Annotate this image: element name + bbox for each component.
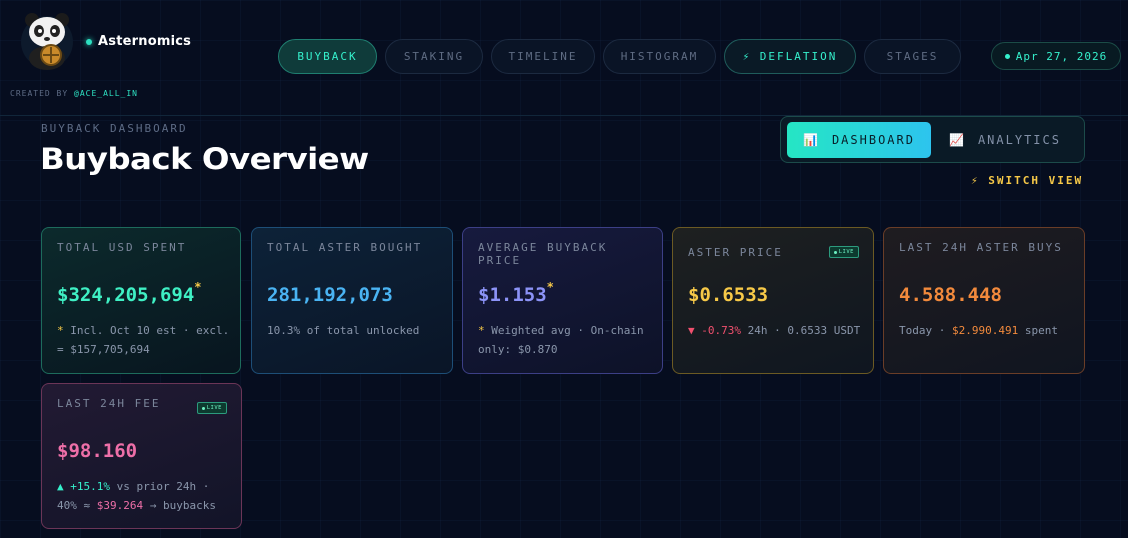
- credit-line: CREATED BY @ACE_ALL_IN: [10, 89, 138, 98]
- panda-logo-icon: [21, 13, 73, 70]
- card-value: $98.160: [57, 440, 138, 462]
- tab-staking[interactable]: STAKING: [385, 39, 483, 74]
- card-value: $324,205,694*: [57, 280, 202, 306]
- spent-amount: $2.990.491: [951, 324, 1019, 337]
- card-value-number: $324,205,694: [57, 284, 195, 306]
- card-note: 10.3% of total unlocked: [267, 324, 420, 337]
- footnote-star: *: [57, 324, 64, 337]
- down-arrow-icon: ▼: [688, 324, 695, 337]
- card-label: AVERAGE BUYBACK PRICE: [478, 241, 608, 267]
- card-note: * Weighted avg · On-chain only: $0.870: [478, 321, 656, 359]
- card-note-suffix: spent: [1018, 324, 1058, 337]
- live-badge: LIVE: [196, 402, 227, 414]
- current-date: Apr 27, 2026: [1015, 49, 1108, 63]
- asterisk-mark: *: [546, 280, 554, 294]
- tab-timeline[interactable]: TIMELINE: [491, 39, 595, 74]
- page-overline: BUYBACK DASHBOARD: [41, 122, 188, 135]
- card-value: 281,192,073: [267, 284, 393, 306]
- dashboard-view-button[interactable]: 📊 DASHBOARD: [787, 122, 931, 158]
- brand-status-dot: [86, 38, 92, 45]
- date-badge: Apr 27, 2026: [991, 42, 1121, 70]
- card-value: $0.6533: [688, 284, 769, 306]
- footnote-star: *: [478, 324, 485, 337]
- card-note: ▲ +15.1% vs prior 24h · 40% ≈ $39.264 → …: [57, 477, 235, 515]
- line-chart-icon: 📈: [949, 133, 966, 147]
- card-label: TOTAL ASTER BOUGHT: [267, 241, 423, 254]
- card-note-suffix: → buybacks: [143, 499, 216, 512]
- card-value: 4.588.448: [899, 284, 1002, 306]
- live-dot-icon: [201, 406, 205, 410]
- card-label: LAST 24H ASTER BUYS: [899, 241, 1063, 254]
- analytics-view-label: ANALYTICS: [977, 133, 1061, 147]
- tab-deflation[interactable]: ⚡ DEFLATION: [724, 39, 856, 74]
- total-usd-spent-card: TOTAL USD SPENT $324,205,694* * Incl. Oc…: [41, 227, 241, 374]
- card-note-text: Weighted avg · On-chain only: $0.870: [478, 324, 644, 356]
- live-label: LIVE: [206, 405, 222, 411]
- dashboard-view-label: DASHBOARD: [831, 133, 915, 147]
- switch-view-button[interactable]: ⚡ SWITCH VIEW: [971, 174, 1083, 187]
- card-note-prefix: Today ·: [899, 324, 952, 337]
- main-nav: BUYBACK STAKING TIMELINE HISTOGRAM ⚡ DEF…: [278, 39, 961, 74]
- page-title: Buyback Overview: [40, 142, 369, 176]
- price-change: -0.73%: [701, 324, 741, 337]
- bar-chart-icon: 📊: [803, 133, 820, 147]
- card-note: ▼ -0.73% 24h · 0.6533 USDT: [688, 321, 863, 340]
- card-note-text: Incl. Oct 10 est · excl. = $157,705,694: [57, 324, 230, 356]
- date-status-dot: [1004, 53, 1010, 59]
- view-toggle: 📊 DASHBOARD 📈 ANALYTICS: [780, 116, 1085, 163]
- card-value-number: $1.153: [478, 284, 547, 306]
- credit-prefix: CREATED BY: [10, 89, 69, 98]
- total-aster-bought-card: TOTAL ASTER BOUGHT 281,192,073 10.3% of …: [251, 227, 453, 374]
- live-dot-icon: [833, 250, 837, 254]
- tab-buyback[interactable]: BUYBACK: [278, 39, 377, 74]
- tab-stages[interactable]: STAGES: [864, 39, 961, 74]
- credit-handle-link[interactable]: @ACE_ALL_IN: [74, 89, 138, 98]
- average-buyback-price-card: AVERAGE BUYBACK PRICE $1.153* * Weighted…: [462, 227, 663, 374]
- buyback-amount: $39.264: [96, 499, 144, 512]
- brand-name: Asternomics: [98, 34, 192, 49]
- top-header: Asternomics CREATED BY @ACE_ALL_IN BUYBA…: [0, 0, 1128, 116]
- aster-price-card: ASTER PRICE LIVE $0.6533 ▼ -0.73% 24h · …: [672, 227, 874, 374]
- card-note: Today · $2.990.491 spent: [899, 321, 1058, 340]
- card-note-text: 24h · 0.6533 USDT: [741, 324, 861, 337]
- tab-histogram[interactable]: HISTOGRAM: [603, 39, 716, 74]
- fee-change: ▲ +15.1%: [57, 480, 110, 493]
- live-label: LIVE: [838, 249, 854, 255]
- asterisk-mark: *: [194, 280, 202, 294]
- last-24h-aster-buys-card: LAST 24H ASTER BUYS 4.588.448 Today · $2…: [883, 227, 1085, 374]
- last-24h-fee-card: LAST 24H FEE LIVE $98.160 ▲ +15.1% vs pr…: [41, 383, 242, 529]
- card-label: TOTAL USD SPENT: [57, 241, 187, 254]
- card-value: $1.153*: [478, 280, 554, 306]
- brand[interactable]: Asternomics: [86, 34, 191, 49]
- analytics-view-button[interactable]: 📈 ANALYTICS: [949, 122, 1079, 158]
- card-note: * Incl. Oct 10 est · excl. = $157,705,69…: [57, 321, 232, 359]
- live-badge: LIVE: [828, 246, 859, 258]
